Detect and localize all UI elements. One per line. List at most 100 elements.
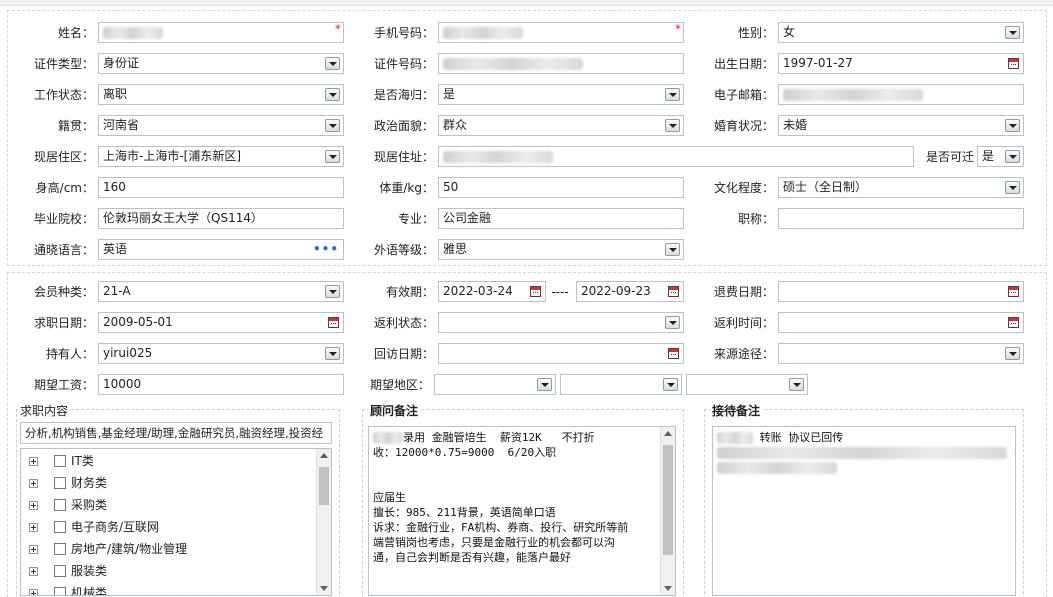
checkbox[interactable] bbox=[54, 477, 66, 489]
foreign-level-select[interactable]: 雅思 bbox=[438, 239, 684, 260]
calendar-icon[interactable] bbox=[1008, 286, 1019, 297]
member-type-select[interactable]: 21-A bbox=[98, 281, 344, 302]
education-select[interactable]: 硕士（全日制） bbox=[778, 177, 1024, 198]
rebate-status-select[interactable] bbox=[438, 312, 684, 333]
checkbox[interactable] bbox=[54, 587, 66, 595]
notes-scrollbar[interactable] bbox=[660, 427, 675, 595]
refund-date-field[interactable] bbox=[778, 281, 1024, 302]
tree-scrollbar[interactable] bbox=[316, 449, 331, 595]
scroll-thumb[interactable] bbox=[663, 445, 673, 555]
chevron-down-icon[interactable] bbox=[325, 347, 340, 360]
phone-field[interactable]: * bbox=[438, 22, 684, 43]
relocate-select[interactable]: 是 bbox=[977, 146, 1024, 167]
scroll-up-icon[interactable] bbox=[320, 453, 328, 458]
chevron-down-icon[interactable] bbox=[1005, 347, 1020, 360]
chevron-down-icon[interactable] bbox=[325, 150, 340, 163]
address-redacted bbox=[443, 150, 553, 163]
overseas-select[interactable]: 是 bbox=[438, 84, 684, 105]
checkbox[interactable] bbox=[54, 565, 66, 577]
chevron-down-icon[interactable] bbox=[1005, 26, 1020, 39]
native-select[interactable]: 河南省 bbox=[98, 115, 344, 136]
holder-select[interactable]: yirui025 bbox=[98, 343, 344, 364]
scroll-down-icon[interactable] bbox=[320, 586, 328, 591]
expand-icon[interactable] bbox=[29, 523, 38, 532]
expand-icon[interactable] bbox=[29, 501, 38, 510]
idtype-select[interactable]: 身份证 bbox=[98, 53, 344, 74]
visit-date-field[interactable] bbox=[438, 343, 684, 364]
calendar-icon[interactable] bbox=[328, 317, 339, 328]
gender-select[interactable]: 女 bbox=[778, 22, 1024, 43]
expand-icon[interactable] bbox=[29, 479, 38, 488]
consultant-notes-textarea[interactable]: 录用 金融管培生 薪资12K 不打折 收：12000*0.75=9000 6/2… bbox=[368, 426, 676, 596]
weight-field[interactable]: 50 bbox=[438, 177, 684, 198]
chevron-down-icon[interactable] bbox=[325, 57, 340, 70]
rebate-time-field[interactable] bbox=[778, 312, 1024, 333]
chevron-down-icon[interactable] bbox=[1005, 150, 1020, 163]
height-field[interactable]: 160 bbox=[98, 177, 344, 198]
calendar-icon[interactable] bbox=[668, 286, 679, 297]
valid-from-value: 2022-03-24 bbox=[443, 284, 513, 298]
workstatus-select[interactable]: 离职 bbox=[98, 84, 344, 105]
chevron-down-icon[interactable] bbox=[1005, 119, 1020, 132]
major-field[interactable]: 公司金融 bbox=[438, 208, 684, 229]
name-field[interactable]: * bbox=[98, 22, 344, 43]
marital-value: 未婚 bbox=[783, 118, 808, 132]
valid-to-field[interactable]: 2022-09-23 bbox=[576, 281, 684, 302]
tree-item-label: 房地产/建筑/物业管理 bbox=[71, 542, 188, 556]
region-district-select[interactable] bbox=[686, 374, 808, 395]
major-value: 公司金融 bbox=[443, 211, 492, 225]
checkbox[interactable] bbox=[54, 455, 66, 467]
chevron-down-icon[interactable] bbox=[665, 119, 680, 132]
school-field[interactable]: 伦敦玛丽女王大学（QS114） bbox=[98, 208, 344, 229]
calendar-icon[interactable] bbox=[1008, 58, 1019, 69]
chevron-down-icon[interactable] bbox=[789, 378, 804, 391]
email-field[interactable] bbox=[778, 84, 1024, 105]
political-select[interactable]: 群众 bbox=[438, 115, 684, 136]
scroll-down-icon[interactable] bbox=[664, 586, 672, 591]
education-label: 文化程度： bbox=[713, 181, 774, 195]
chevron-down-icon[interactable] bbox=[663, 378, 678, 391]
expand-icon[interactable] bbox=[29, 545, 38, 554]
job-category-tree[interactable]: IT类 财务类 采购类 电子商务/互联网 房地产/建筑/物业管理 服装类 机械类 bbox=[20, 448, 332, 596]
region-city-select[interactable] bbox=[560, 374, 682, 395]
idno-field[interactable] bbox=[438, 53, 684, 74]
checkbox[interactable] bbox=[54, 543, 66, 555]
chevron-down-icon[interactable] bbox=[325, 88, 340, 101]
reception-notes-line1: 转账 协议已回传 bbox=[759, 431, 844, 444]
chevron-down-icon[interactable] bbox=[665, 316, 680, 329]
source-select[interactable] bbox=[778, 343, 1024, 364]
chevron-down-icon[interactable] bbox=[665, 243, 680, 256]
scroll-thumb[interactable] bbox=[319, 467, 329, 505]
chevron-down-icon[interactable] bbox=[665, 88, 680, 101]
language-field[interactable]: 英语 ••• bbox=[98, 239, 344, 260]
workstatus-label: 工作状态： bbox=[33, 88, 94, 102]
calendar-icon[interactable] bbox=[668, 348, 679, 359]
expand-icon[interactable] bbox=[29, 589, 38, 595]
valid-from-field[interactable]: 2022-03-24 bbox=[438, 281, 546, 302]
scroll-up-icon[interactable] bbox=[664, 431, 672, 436]
job-content-summary[interactable]: 分析,机构销售,基金经理/助理,金融研究员,融资经理,投资经 bbox=[20, 422, 332, 444]
chevron-down-icon[interactable] bbox=[325, 285, 340, 298]
title-field[interactable] bbox=[778, 208, 1024, 229]
redacted-name bbox=[717, 432, 753, 444]
birth-date-field[interactable]: 1997-01-27 bbox=[778, 53, 1024, 74]
address-field[interactable] bbox=[438, 146, 914, 167]
expand-icon[interactable] bbox=[29, 567, 38, 576]
expand-icon[interactable] bbox=[29, 457, 38, 466]
height-value: 160 bbox=[103, 180, 126, 194]
reception-notes-textarea[interactable]: 转账 协议已回传 bbox=[712, 426, 1016, 596]
marital-select[interactable]: 未婚 bbox=[778, 115, 1024, 136]
calendar-icon[interactable] bbox=[1008, 317, 1019, 328]
chevron-down-icon[interactable] bbox=[325, 119, 340, 132]
gender-value: 女 bbox=[783, 25, 796, 39]
checkbox[interactable] bbox=[54, 521, 66, 533]
region-province-select[interactable] bbox=[434, 374, 556, 395]
more-icon[interactable]: ••• bbox=[313, 240, 339, 259]
calendar-icon[interactable] bbox=[530, 286, 541, 297]
chevron-down-icon[interactable] bbox=[1005, 181, 1020, 194]
salary-field[interactable]: 10000 bbox=[98, 374, 344, 395]
residence-select[interactable]: 上海市-上海市-[浦东新区] bbox=[98, 146, 344, 167]
job-date-field[interactable]: 2009-05-01 bbox=[98, 312, 344, 333]
chevron-down-icon[interactable] bbox=[537, 378, 552, 391]
checkbox[interactable] bbox=[54, 499, 66, 511]
